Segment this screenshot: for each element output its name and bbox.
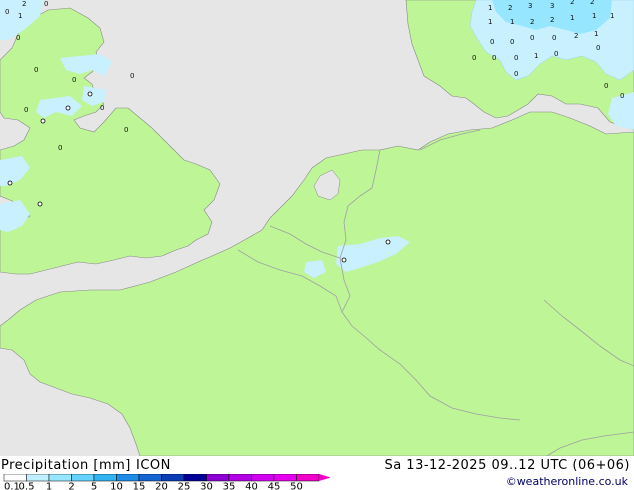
- precip-value: 1: [510, 18, 514, 26]
- precip-value: 0: [72, 76, 76, 84]
- precip-value: 1: [18, 12, 22, 20]
- precip-value: 0: [552, 34, 556, 42]
- city-marker: [341, 257, 347, 263]
- scale-label: 15: [133, 482, 146, 490]
- footer: Precipitation [mm] ICON Sa 13-12-2025 09…: [0, 456, 634, 490]
- city-marker: [385, 239, 391, 245]
- city-marker: [87, 91, 93, 97]
- scale-swatch: [71, 474, 95, 482]
- precip-value: 0: [554, 50, 558, 58]
- city-marker: [40, 118, 46, 124]
- scale-label: 5: [91, 482, 97, 490]
- scale-swatch: [206, 474, 230, 482]
- city-marker: [7, 180, 13, 186]
- scale-swatch: [161, 474, 185, 482]
- scale-label: 45: [268, 482, 281, 490]
- scale-label: 2: [68, 482, 74, 490]
- precip-value: 0: [24, 106, 28, 114]
- scale-swatch: [228, 474, 252, 482]
- scale-swatch: [93, 474, 117, 482]
- valid-time: Sa 13-12-2025 09..12 UTC (06+06): [384, 458, 630, 473]
- scale-label: 30: [200, 482, 213, 490]
- scale-swatch: [26, 474, 50, 482]
- precip-value: 1: [610, 12, 614, 20]
- precip-value: 0: [472, 54, 476, 62]
- precip-value: 3: [528, 2, 532, 10]
- scale-arrow: [319, 474, 330, 481]
- precip-value: 0: [514, 70, 518, 78]
- precip-value: 1: [534, 52, 538, 60]
- precip-value: 0: [514, 54, 518, 62]
- precip-value: 0: [16, 34, 20, 42]
- scale-label: 1: [46, 482, 52, 490]
- scale-swatch: [3, 474, 27, 482]
- precip-value: 0: [100, 104, 104, 112]
- precip-value: 2: [530, 18, 534, 26]
- precip-value: 0: [130, 72, 134, 80]
- scale-swatch: [296, 474, 320, 482]
- precip-value: 0: [620, 92, 624, 100]
- precip-value: 0: [510, 38, 514, 46]
- scale-label: 40: [245, 482, 258, 490]
- scale-label: 0.1: [4, 482, 20, 490]
- scale-swatch: [183, 474, 207, 482]
- precip-value: 0: [604, 82, 608, 90]
- map-title: Precipitation [mm]: [1, 458, 131, 473]
- precip-value: 0: [34, 66, 38, 74]
- precip-value: 2: [570, 0, 574, 6]
- precip-value: 2: [590, 0, 594, 6]
- scale-label: 0.5: [19, 482, 35, 490]
- city-marker: [65, 105, 71, 111]
- precip-value: 1: [570, 14, 574, 22]
- precip-value: 2: [574, 32, 578, 40]
- precip-value: 0: [5, 8, 9, 16]
- model-name: ICON: [136, 458, 171, 473]
- precipitation-map: 2 010001 2 3 3 2 21 1 2 2 1 1 10 0 0 0 2 10 0 0 1 00000000000: [0, 0, 634, 490]
- precip-value: 2: [550, 16, 554, 24]
- scale-label: 50: [290, 482, 303, 490]
- scale-swatch: [116, 474, 140, 482]
- precip-value: 0: [596, 44, 600, 52]
- precip-value: 1: [594, 30, 598, 38]
- scale-swatch: [48, 474, 72, 482]
- precip-value: 0: [490, 38, 494, 46]
- precip-value: 0: [44, 0, 48, 8]
- precip-value: 0: [58, 144, 62, 152]
- city-marker: [37, 201, 43, 207]
- credit-link[interactable]: ©weatheronline.co.uk: [506, 475, 628, 488]
- precip-value: 0: [492, 54, 496, 62]
- scale-label: 20: [155, 482, 168, 490]
- precip-value: 1: [488, 18, 492, 26]
- precip-value: 0: [124, 126, 128, 134]
- scale-swatch: [138, 474, 162, 482]
- precip-value: 3: [550, 2, 554, 10]
- precip-value: 2: [22, 0, 26, 8]
- precip-value: 2: [508, 4, 512, 12]
- scale-label: 10: [110, 482, 123, 490]
- color-scale: 0.10.5 1 2 5 10 15 20 25 30 35 40 45 50: [3, 474, 330, 490]
- scale-label: 35: [223, 482, 236, 490]
- precip-value: 1: [592, 12, 596, 20]
- scale-label: 25: [178, 482, 191, 490]
- precip-value: 0: [530, 34, 534, 42]
- scale-swatch: [251, 474, 275, 482]
- scale-swatch: [273, 474, 297, 482]
- precip-value: 1: [488, 4, 492, 12]
